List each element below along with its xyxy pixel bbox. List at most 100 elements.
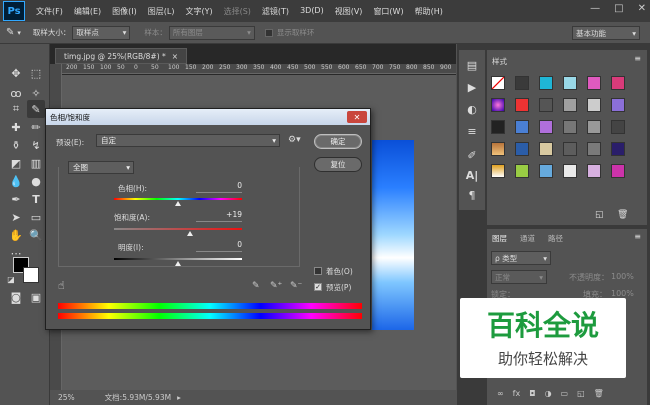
sample-select[interactable]: 所有图层 ▾ [168, 25, 255, 40]
add-to-sample-eyedropper-icon[interactable]: ✎⁺ [270, 281, 282, 291]
tab-styles[interactable]: 样式 [487, 54, 512, 68]
styles-panel-menu-icon[interactable]: ≡ [634, 54, 641, 63]
crop-tool-icon[interactable]: ⌗ [7, 100, 25, 118]
character-panel-icon[interactable]: A| [463, 166, 481, 184]
type-tool-icon[interactable]: T [27, 190, 45, 208]
preset-select[interactable]: 自定 ▾ [96, 134, 280, 147]
paragraph-panel-icon[interactable]: ¶ [463, 186, 481, 204]
style-swatch[interactable] [611, 120, 625, 134]
style-swatch[interactable] [587, 98, 601, 112]
style-swatch[interactable] [491, 142, 505, 156]
new-style-button[interactable]: ◱ [595, 210, 604, 220]
healing-brush-tool-icon[interactable]: ✚ [7, 118, 25, 136]
eyedropper-tool-icon[interactable]: ✎ [27, 100, 45, 118]
move-tool-icon[interactable]: ✥ [7, 64, 25, 82]
style-swatch[interactable] [539, 120, 553, 134]
lightness-slider-thumb[interactable] [175, 261, 181, 266]
style-swatch[interactable] [587, 120, 601, 134]
hue-slider-thumb[interactable] [175, 201, 181, 206]
mask-icon[interactable]: ◘ [529, 389, 535, 398]
menu-item[interactable]: 选择(S) [224, 6, 251, 17]
history-brush-tool-icon[interactable]: ↯ [27, 136, 45, 154]
zoom-level[interactable]: 25% [58, 393, 75, 402]
menu-item[interactable]: 编辑(E) [74, 6, 101, 17]
layers-panel-menu-icon[interactable]: ≡ [634, 232, 641, 241]
dialog-title-bar[interactable]: 色相/饱和度 [46, 109, 370, 125]
saturation-input[interactable]: +19 [196, 210, 242, 222]
close-window-button[interactable]: ✕ [638, 3, 646, 14]
blur-tool-icon[interactable]: 💧 [7, 172, 25, 190]
style-swatch[interactable] [491, 98, 505, 112]
workspace-select[interactable]: 基本功能 ▾ [572, 26, 640, 40]
menu-item[interactable]: 文件(F) [36, 6, 63, 17]
shape-tool-icon[interactable]: ▭ [27, 208, 45, 226]
tab-layers[interactable]: 图层 [487, 231, 512, 245]
screen-mode-icon[interactable]: ▣ [27, 288, 45, 306]
adjustments-panel-icon[interactable]: ◐ [463, 100, 481, 118]
style-swatch[interactable] [563, 98, 577, 112]
style-swatch[interactable] [491, 76, 505, 90]
layer-kind-filter[interactable]: ρ 类型 ▾ [491, 251, 551, 265]
eyedropper-tool-icon[interactable]: ✎ [6, 27, 14, 38]
style-swatch[interactable] [539, 142, 553, 156]
pen-tool-icon[interactable]: ✒ [7, 190, 25, 208]
menu-item[interactable]: 图像(I) [112, 6, 137, 17]
saturation-slider-thumb[interactable] [187, 231, 194, 236]
style-swatch[interactable] [491, 120, 505, 134]
style-swatch[interactable] [515, 76, 529, 90]
group-icon[interactable]: ▭ [561, 389, 569, 398]
style-swatch[interactable] [515, 98, 529, 112]
maximize-button[interactable]: □ [614, 3, 623, 14]
subtract-from-sample-eyedropper-icon[interactable]: ✎⁻ [290, 281, 302, 291]
eyedropper-icon[interactable]: ✎ [252, 281, 260, 291]
targeted-adjustment-hand-icon[interactable]: ☝ [58, 279, 65, 292]
style-swatch[interactable] [563, 76, 577, 90]
opacity-value[interactable]: 100% [611, 272, 634, 281]
background-color-swatch[interactable] [23, 267, 39, 283]
hue-slider-track[interactable] [114, 198, 242, 200]
menu-item[interactable]: 视图(V) [335, 6, 363, 17]
style-swatch[interactable] [611, 98, 625, 112]
tab-channels[interactable]: 通道 [515, 231, 540, 245]
style-swatch[interactable] [491, 164, 505, 178]
adjustment-layer-icon[interactable]: ◑ [545, 389, 552, 398]
hue-input[interactable]: 0 [196, 181, 242, 193]
hand-tool-icon[interactable]: ✋ [7, 226, 25, 244]
style-swatch[interactable] [587, 142, 601, 156]
new-layer-icon[interactable]: ◱ [577, 389, 585, 398]
saturation-slider-track[interactable] [114, 228, 242, 230]
colorize-checkbox[interactable] [314, 267, 322, 275]
menu-item[interactable]: 滤镜(T) [262, 6, 289, 17]
style-swatch[interactable] [587, 164, 601, 178]
default-colors-icon[interactable]: ◪ [6, 274, 16, 284]
path-selection-tool-icon[interactable]: ➤ [7, 208, 25, 226]
style-swatch[interactable] [563, 142, 577, 156]
dodge-tool-icon[interactable]: ● [27, 172, 45, 190]
close-icon[interactable]: ✕ [347, 111, 367, 123]
menu-item[interactable]: 窗口(W) [373, 6, 403, 17]
link-icon[interactable]: ∞ [497, 389, 504, 398]
status-menu-icon[interactable]: ▸ [177, 393, 181, 402]
fill-value[interactable]: 100% [611, 289, 634, 298]
menu-item[interactable]: 文字(Y) [185, 6, 212, 17]
gradient-tool-icon[interactable]: ▥ [27, 154, 45, 172]
tab-paths[interactable]: 路径 [543, 231, 568, 245]
lightness-input[interactable]: 0 [196, 240, 242, 252]
style-swatch[interactable] [539, 164, 553, 178]
properties-panel-icon[interactable]: ≡ [463, 122, 481, 140]
preview-checkbox[interactable]: ✓ [314, 283, 322, 291]
style-swatch[interactable] [563, 120, 577, 134]
style-swatch[interactable] [515, 164, 529, 178]
brush-tool-icon[interactable]: ✏ [27, 118, 45, 136]
sample-size-select[interactable]: 取样点 ▾ [72, 25, 131, 40]
style-swatch[interactable] [539, 98, 553, 112]
reset-button[interactable]: 复位 [314, 157, 362, 172]
style-swatch[interactable] [515, 142, 529, 156]
menu-item[interactable]: 帮助(H) [415, 6, 443, 17]
marquee-tool-icon[interactable]: ⬚ [27, 64, 45, 82]
preset-options-gear-icon[interactable]: ⚙▾ [288, 135, 301, 145]
style-swatch[interactable] [587, 76, 601, 90]
document-tab[interactable]: timg.jpg @ 25%(RGB/8#) * × [55, 48, 188, 64]
quick-mask-icon[interactable]: ◙ [7, 288, 25, 306]
document-image[interactable] [372, 140, 414, 330]
